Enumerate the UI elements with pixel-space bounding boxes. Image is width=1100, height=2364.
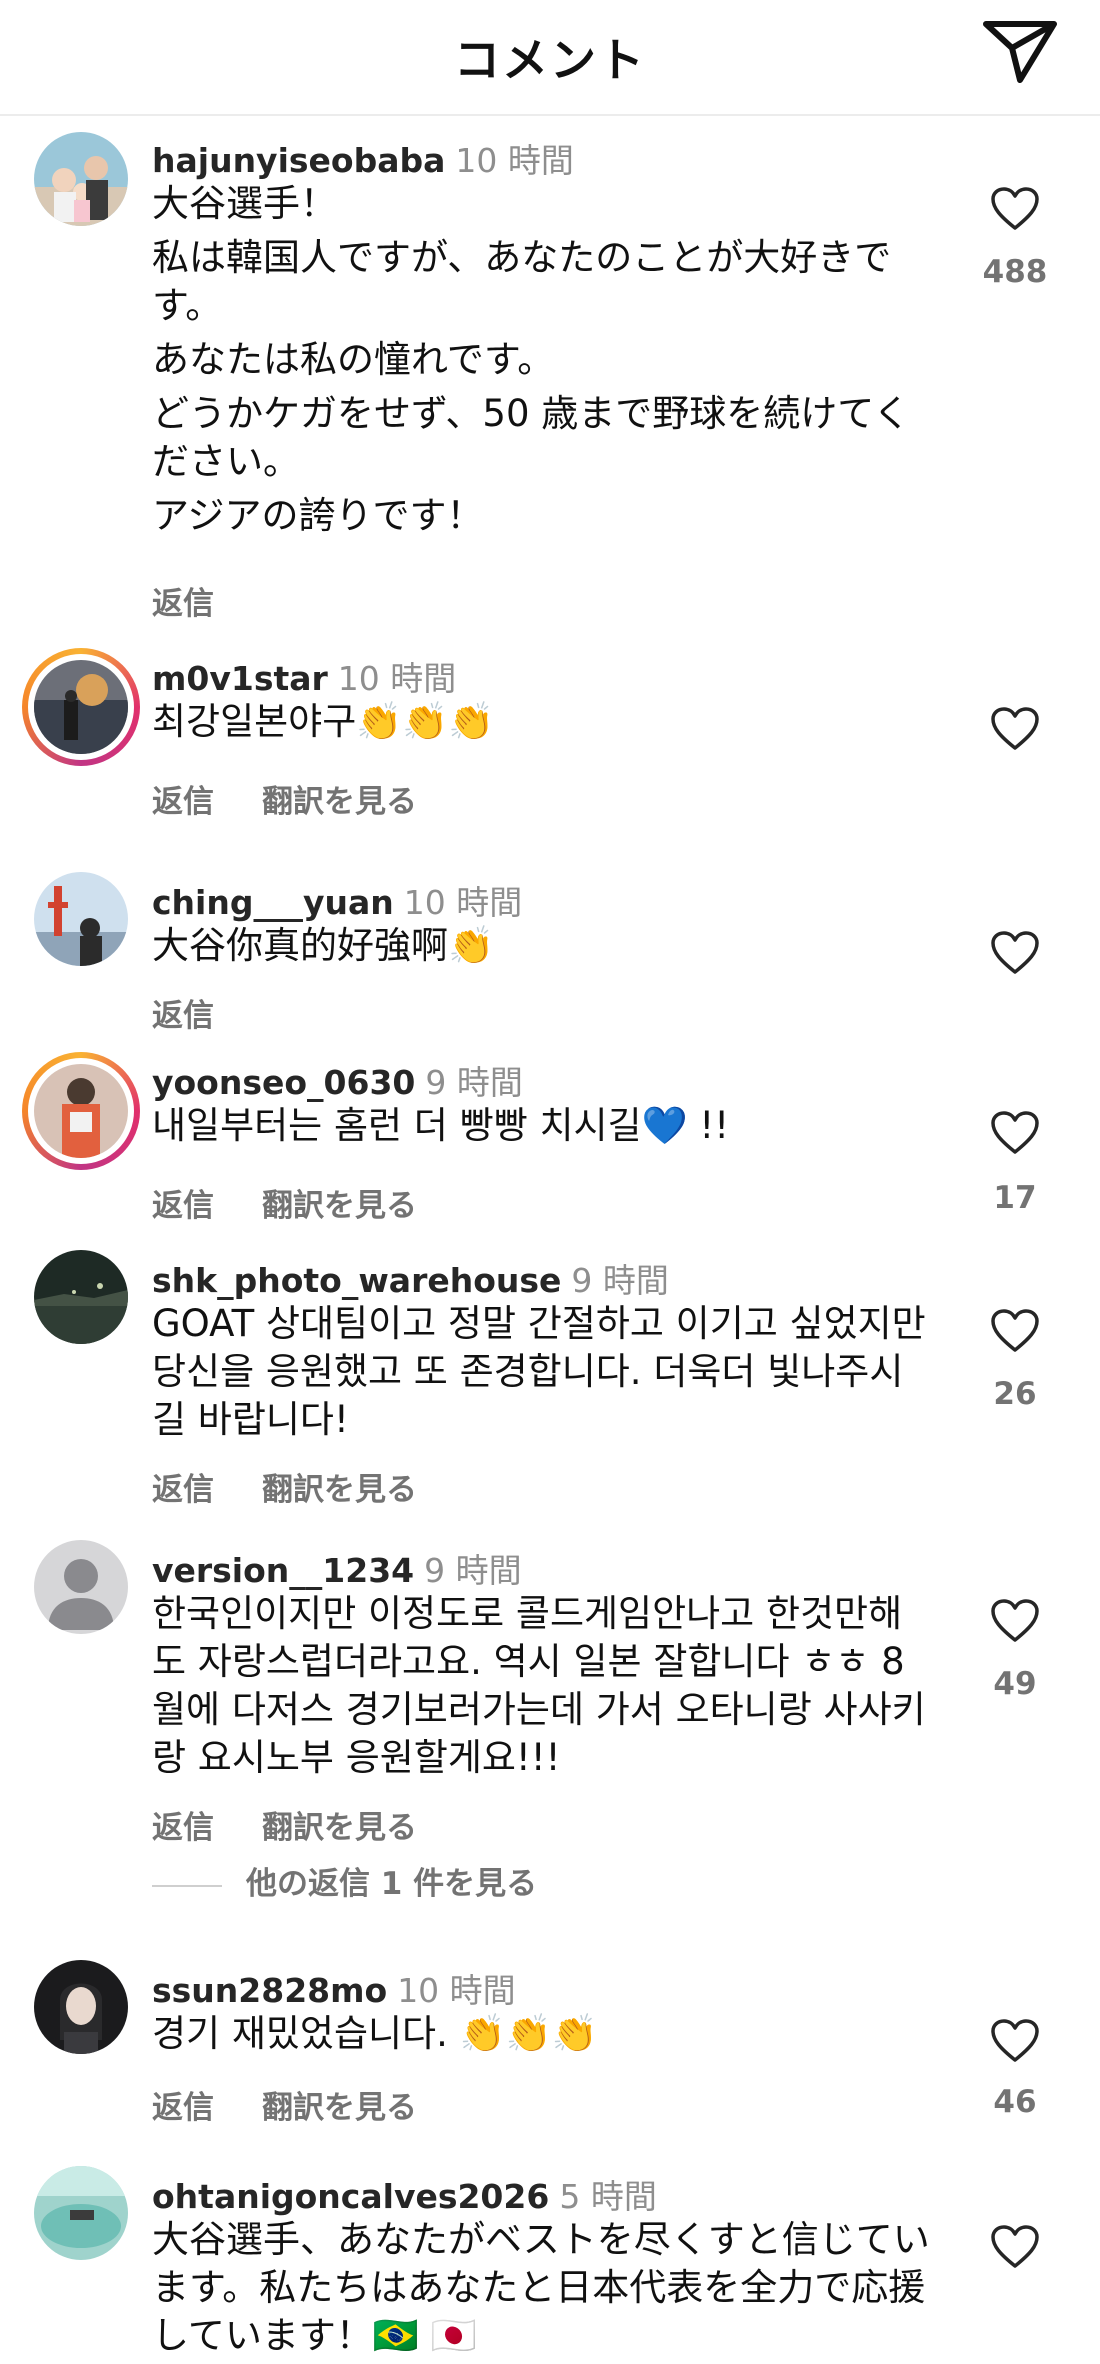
timestamp: 9 時間 [571,1261,669,1300]
translate-button[interactable]: 翻訳を見る [262,776,417,821]
username-row: ssun2828mo 10 時間 [152,1964,516,2012]
translate-button[interactable]: 翻訳を見る [262,2082,417,2127]
timestamp: 10 時間 [337,659,457,698]
like-count: 49 [993,1666,1037,1702]
timestamp: 5 時間 [559,2177,657,2216]
username[interactable]: hajunyiseobaba [152,141,445,180]
heart-icon[interactable] [990,1308,1040,1354]
username[interactable]: shk_photo_warehouse [152,1261,561,1300]
reply-button[interactable]: 返信 [152,1802,214,1847]
translate-button[interactable]: 翻訳を見る [262,1464,417,1509]
username-row: ching___yuan 10 時間 [152,876,522,924]
page-title: コメント [454,33,646,87]
username[interactable]: yoonseo_0630 [152,1063,415,1102]
username-row: hajunyiseobaba 10 時間 [152,134,574,182]
comment-text: 최강일본야구👏👏👏 [152,700,495,743]
comment-line: 大谷選手！ [152,182,337,225]
avatar[interactable] [34,132,128,226]
reply-button[interactable]: 返信 [152,1180,214,1225]
heart-icon[interactable] [990,2018,1040,2064]
like-count: 488 [982,254,1048,290]
avatar[interactable] [34,1540,128,1634]
timestamp: 10 時間 [455,141,574,180]
username[interactable]: ohtanigoncalves2026 [152,2177,549,2216]
username-row: yoonseo_0630 9 時間 [152,1056,523,1104]
translate-button[interactable]: 翻訳を見る [262,1802,417,1847]
comment-text: GOAT 상대팀이고 정말 간절하고 이기고 싶었지만 당신을 응원했고 또 존… [152,1302,926,1441]
comment-text: 大谷選手！ 私は韓国人ですが、あなたのことが大好きです。 あなたは私の憧れです。… [152,180,942,546]
reply-button[interactable]: 返信 [152,776,214,821]
heart-icon[interactable] [990,2224,1040,2270]
reply-button[interactable]: 返信 [152,2082,214,2127]
heart-icon[interactable] [990,186,1040,232]
username-row: version__1234 9 時間 [152,1544,522,1592]
comment-actions: 返信 翻訳を見る [152,1802,417,1847]
reply-button[interactable]: 返信 [152,578,214,623]
timestamp: 10 時間 [397,1971,516,2010]
heart-icon[interactable] [990,1110,1040,1156]
reply-button[interactable]: 返信 [152,1464,214,1509]
username[interactable]: ssun2828mo [152,1971,387,2010]
username[interactable]: ching___yuan [152,883,394,922]
like-count: 26 [993,1376,1037,1412]
heart-icon[interactable] [990,706,1040,752]
header: コメント [0,0,1100,116]
timestamp: 9 時間 [424,1551,522,1590]
comment-actions: 返信 [152,990,214,1035]
reply-button[interactable]: 返信 [152,990,214,1035]
comment-actions: 返信 [152,578,214,623]
heart-icon[interactable] [990,930,1040,976]
translate-button[interactable]: 翻訳を見る [262,1180,417,1225]
comment-text: 내일부터는 홈런 더 빵빵 치시길💙 !! [152,1104,730,1147]
like-count: 17 [993,1180,1037,1216]
avatar[interactable] [34,872,128,966]
comment-text: 경기 재밌었습니다. 👏👏👏 [152,2012,598,2055]
comment-text: 大谷選手、あなたがベストを尽くすと信じています。私たちはあなたと日本代表を全力で… [152,2218,930,2357]
view-replies-label: 他の返信 1 件を見る [246,1866,538,1902]
heart-icon[interactable] [990,1598,1040,1644]
comment-text: 한국인이지만 이정도로 콜드게임안나고 한것만해도 자랑스럽더라고요. 역시 일… [152,1592,926,1779]
comment-actions: 返信 翻訳を見る [152,1464,417,1509]
avatar[interactable] [22,648,140,766]
username-row: shk_photo_warehouse 9 時間 [152,1254,669,1302]
comment-actions: 返信 翻訳を見る [152,2082,417,2127]
username[interactable]: m0v1star [152,659,328,698]
username-row: m0v1star 10 時間 [152,652,456,700]
timestamp: 9 時間 [425,1063,523,1102]
avatar[interactable] [34,2166,128,2260]
view-more-replies[interactable]: 他の返信 1 件を見る [152,1858,537,1903]
username[interactable]: version__1234 [152,1551,414,1590]
comment-line: アジアの誇りです！ [152,494,484,537]
comment-line: あなたは私の憧れです。 [152,338,555,381]
comment-line: 私は韓国人ですが、あなたのことが大好きです。 [152,236,892,327]
avatar[interactable] [34,1960,128,2054]
like-count: 46 [993,2084,1037,2120]
divider-line [152,1884,222,1887]
avatar[interactable] [22,1052,140,1170]
send-icon[interactable] [982,18,1058,84]
comment-line: どうかケガをせず、50 歳まで野球を続けてください。 [152,392,911,483]
username-row: ohtanigoncalves2026 5 時間 [152,2170,657,2218]
comment-actions: 返信 翻訳を見る [152,776,417,821]
comment-actions: 返信 翻訳を見る [152,1180,417,1225]
timestamp: 10 時間 [403,883,523,922]
avatar[interactable] [34,1250,128,1344]
comment-text: 大谷你真的好強啊👏 [152,924,495,967]
